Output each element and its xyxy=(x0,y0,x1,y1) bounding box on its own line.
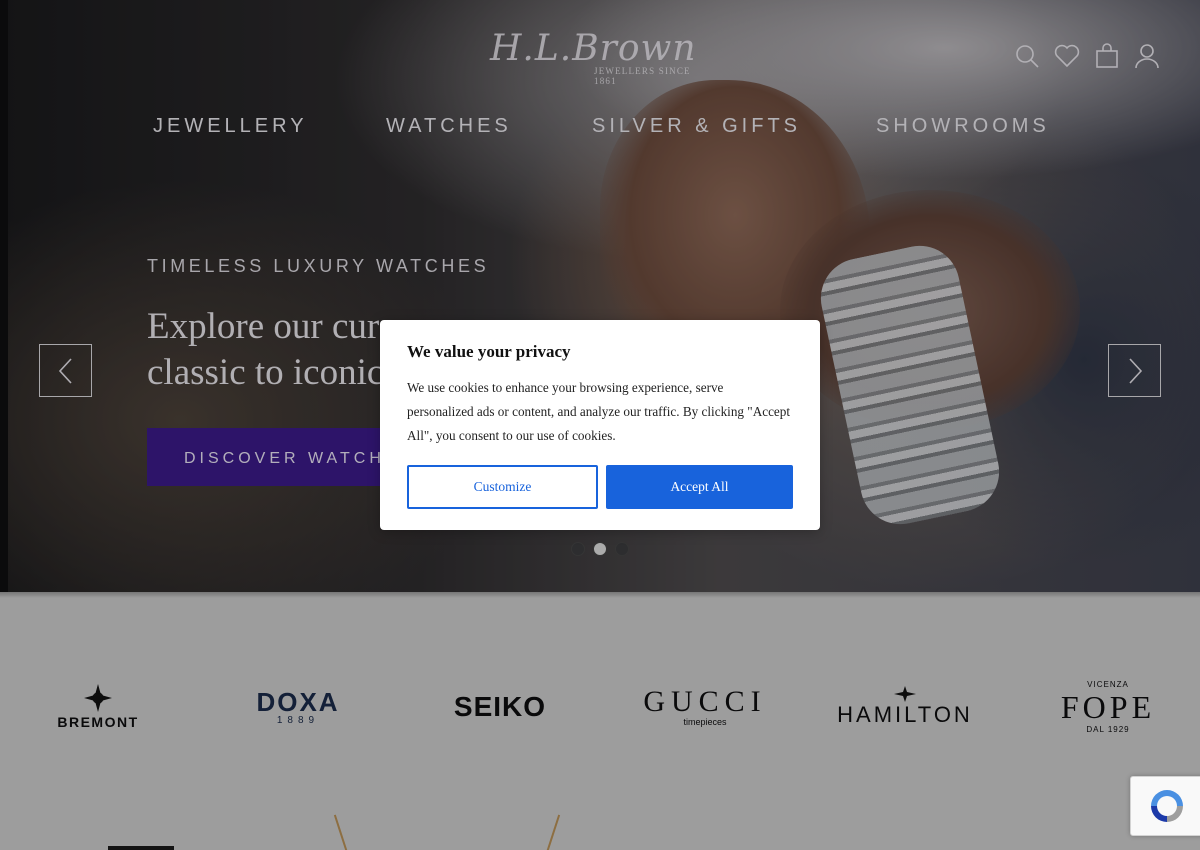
carousel-dots xyxy=(571,542,629,556)
hero-eyebrow: TIMELESS LUXURY WATCHES xyxy=(147,256,490,276)
nav-item-watches[interactable]: WATCHES xyxy=(386,115,512,138)
brand-logo-hamilton[interactable]: HAMILTON xyxy=(830,672,980,742)
brand-logo-bremont[interactable]: BREMONT xyxy=(38,672,158,742)
heart-icon[interactable] xyxy=(1054,42,1080,70)
brand-name: DOXA xyxy=(256,686,340,717)
carousel-next-button[interactable] xyxy=(1108,344,1161,397)
brand-logo-gucci[interactable]: GUCCI timepieces xyxy=(630,672,780,742)
bag-icon[interactable] xyxy=(1094,42,1120,70)
brand-name: HAMILTON xyxy=(837,702,973,727)
header-icons xyxy=(1014,42,1160,70)
brand-strip-shadow xyxy=(0,592,1200,598)
cookie-consent-dialog: We value your privacy We use cookies to … xyxy=(380,320,820,530)
carousel-dot-2[interactable] xyxy=(593,542,607,556)
chevron-left-icon xyxy=(58,357,72,384)
carousel-dot-3[interactable] xyxy=(615,542,629,556)
brand-logo-fope[interactable]: VICENZA FOPE DAL 1929 xyxy=(1048,672,1168,742)
brand-name: SEIKO xyxy=(453,691,547,722)
brand-strip: BREMONT DOXA 1889 SEIKO GUCCI timepieces… xyxy=(0,592,1200,850)
brand-year: DAL 1929 xyxy=(1086,725,1130,734)
brand-name: GUCCI xyxy=(643,685,767,718)
chevron-right-icon xyxy=(1128,357,1142,384)
recaptcha-badge[interactable] xyxy=(1130,776,1200,836)
cookie-dialog-body: We use cookies to enhance your browsing … xyxy=(407,380,791,443)
recaptcha-icon xyxy=(1151,790,1183,822)
brand-subtitle: timepieces xyxy=(683,717,727,727)
logo-tagline: JEWELLERS SINCE 1861 xyxy=(594,66,691,86)
carousel-dot-1[interactable] xyxy=(571,542,585,556)
product-image-peek-dark xyxy=(108,846,174,850)
brand-year: 1889 xyxy=(276,714,320,726)
customize-button[interactable]: Customize xyxy=(407,465,598,509)
hamilton-emblem-icon xyxy=(894,686,916,702)
logo-script: H.L.Brown xyxy=(490,28,697,69)
carousel-prev-button[interactable] xyxy=(39,344,92,397)
cookie-dialog-actions: Customize Accept All xyxy=(407,465,793,509)
hero-edge xyxy=(0,0,8,592)
brand-city: VICENZA xyxy=(1087,680,1129,689)
search-icon[interactable] xyxy=(1014,42,1040,70)
site-logo[interactable]: H.L.Brown JEWELLERS SINCE 1861 xyxy=(490,28,710,86)
compass-icon xyxy=(84,684,112,712)
user-icon[interactable] xyxy=(1134,42,1160,70)
product-image-peek xyxy=(333,814,561,850)
main-nav: JEWELLERY WATCHES SILVER & GIFTS SHOWROO… xyxy=(0,115,1200,141)
cookie-dialog-title: We value your privacy xyxy=(407,342,571,361)
brand-logo-seiko[interactable]: SEIKO xyxy=(430,672,570,742)
brand-name: BREMONT xyxy=(57,714,139,730)
necklace-chain xyxy=(545,814,561,850)
accept-all-button[interactable]: Accept All xyxy=(606,465,793,509)
brand-name: FOPE xyxy=(1060,689,1156,725)
brand-logo-doxa[interactable]: DOXA 1889 xyxy=(238,672,358,742)
nav-item-showrooms[interactable]: SHOWROOMS xyxy=(876,115,1050,138)
nav-item-silver-gifts[interactable]: SILVER & GIFTS xyxy=(592,115,801,138)
nav-item-jewellery[interactable]: JEWELLERY xyxy=(153,115,308,138)
